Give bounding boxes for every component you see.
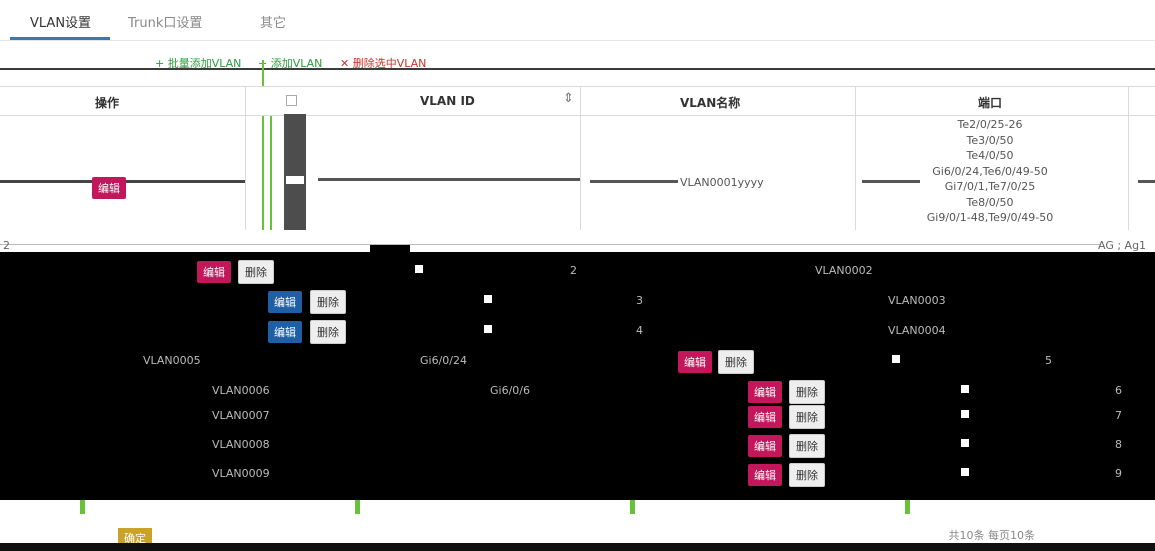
delete-button[interactable]: 删除 bbox=[718, 350, 754, 374]
col-divider bbox=[245, 86, 246, 230]
header-ports: 端口 bbox=[978, 96, 1003, 110]
header-vlan-name: VLAN名称 bbox=[680, 96, 741, 110]
edit-button[interactable]: 编辑 bbox=[748, 406, 782, 428]
vlan-id: 6 bbox=[1115, 384, 1122, 397]
vlan-name: VLAN0005 bbox=[143, 354, 201, 367]
row-line bbox=[590, 180, 678, 183]
port-entry: Gi7/0/1,Te7/0/25 bbox=[944, 180, 1036, 193]
vlan-name-cell: VLAN0001yyyy bbox=[680, 176, 764, 189]
delete-button[interactable]: 删除 bbox=[789, 405, 825, 429]
vlan-name: VLAN0007 bbox=[212, 409, 270, 422]
tab-bar: VLAN设置 Trunk口设置 其它 bbox=[0, 0, 1155, 41]
sort-icon[interactable]: ⇕ bbox=[563, 91, 574, 106]
table-row: VLAN0005 Gi6/0/24 编辑 删除 5 bbox=[0, 345, 1155, 375]
col-divider bbox=[855, 86, 856, 230]
port-entry: Te8/0/50 bbox=[966, 195, 1014, 209]
edit-button[interactable]: 编辑 bbox=[197, 261, 231, 283]
row-checkbox[interactable] bbox=[961, 468, 969, 476]
table-row: 编辑 删除 4 VLAN0004 bbox=[0, 315, 1155, 345]
tab-other[interactable]: 其它 bbox=[260, 12, 286, 31]
green-marker bbox=[630, 500, 635, 514]
port-entry: Te3/0/50 bbox=[966, 133, 1014, 147]
edit-button[interactable]: 编辑 bbox=[92, 177, 126, 199]
port-entry: Te4/0/50 bbox=[966, 149, 1014, 162]
vlan-id: 4 bbox=[636, 324, 643, 337]
toolbar-divider bbox=[0, 68, 1155, 70]
col-divider bbox=[580, 86, 581, 230]
delete-button[interactable]: 删除 bbox=[789, 434, 825, 458]
vlan-id: 7 bbox=[1115, 409, 1122, 422]
delete-button[interactable]: 删除 bbox=[238, 260, 274, 284]
table-row: 编辑 删除 3 VLAN0003 bbox=[0, 285, 1155, 315]
vlan-ports: Gi6/0/24 bbox=[420, 354, 467, 367]
edit-button[interactable]: 编辑 bbox=[268, 291, 302, 313]
delete-button[interactable]: 删除 bbox=[789, 463, 825, 487]
col-divider bbox=[1128, 86, 1129, 230]
tab-vlan-settings[interactable]: VLAN设置 bbox=[30, 12, 91, 31]
row-line bbox=[318, 178, 580, 181]
green-marker bbox=[905, 500, 910, 514]
delete-button[interactable]: 删除 bbox=[310, 290, 346, 314]
green-marker bbox=[80, 500, 85, 514]
vlan-name: VLAN0009 bbox=[212, 467, 270, 480]
footer-bar bbox=[0, 543, 1155, 551]
header-ops: 操作 bbox=[95, 96, 120, 110]
row-checkbox[interactable] bbox=[286, 176, 304, 184]
pagination-info: 共10条 每页10条 bbox=[948, 529, 1036, 542]
row-checkbox[interactable] bbox=[892, 355, 900, 363]
table-row: VLAN0007 编辑 删除 7 bbox=[0, 400, 1155, 430]
row-checkbox[interactable] bbox=[415, 265, 423, 273]
row-checkbox[interactable] bbox=[961, 439, 969, 447]
port-suffix: AG ; Ag1 bbox=[1098, 239, 1147, 252]
edit-button[interactable]: 编辑 bbox=[748, 435, 782, 457]
edit-button[interactable]: 编辑 bbox=[268, 321, 302, 343]
active-tab-indicator bbox=[10, 37, 110, 40]
scroll-artifact bbox=[370, 245, 410, 252]
green-marker bbox=[355, 500, 360, 514]
vlan-name: VLAN0008 bbox=[212, 438, 270, 451]
vlan-id: 3 bbox=[636, 294, 643, 307]
select-all-checkbox[interactable] bbox=[286, 95, 297, 106]
edit-button[interactable]: 编辑 bbox=[748, 464, 782, 486]
row-checkbox[interactable] bbox=[484, 295, 492, 303]
delete-button[interactable]: 删除 bbox=[310, 320, 346, 344]
table-row: VLAN0009 编辑 删除 9 bbox=[0, 458, 1155, 488]
row-checkbox[interactable] bbox=[961, 385, 969, 393]
vlan-id: 2 bbox=[570, 264, 577, 277]
table-body-dark: 编辑 删除 2 VLAN0002 编辑 删除 3 VLAN0003 编辑 删除 … bbox=[0, 252, 1155, 500]
vlan-name: VLAN0003 bbox=[888, 294, 946, 307]
vlan-name: VLAN0004 bbox=[888, 324, 946, 337]
tab-trunk-settings[interactable]: Trunk口设置 bbox=[128, 12, 202, 31]
table-row: VLAN0008 编辑 删除 8 bbox=[0, 429, 1155, 459]
vlan-name: VLAN0006 bbox=[212, 384, 270, 397]
port-entry: Gi9/0/1-48,Te9/0/49-50 bbox=[926, 211, 1054, 224]
toolbar: + 批量添加VLAN + 添加VLAN ✕ 删除选中VLAN bbox=[0, 55, 1155, 70]
row-line bbox=[862, 180, 920, 183]
row-checkbox-column bbox=[284, 114, 306, 230]
port-entry: Te2/0/25-26 bbox=[957, 118, 1023, 131]
row-checkbox[interactable] bbox=[484, 325, 492, 333]
row-line bbox=[1138, 180, 1155, 183]
table-row: 编辑 删除 2 VLAN0002 bbox=[0, 255, 1155, 285]
edit-button[interactable]: 编辑 bbox=[678, 351, 712, 373]
vlan-id: 9 bbox=[1115, 467, 1122, 480]
vlan-id: 8 bbox=[1115, 438, 1122, 451]
row-checkbox[interactable] bbox=[961, 410, 969, 418]
vlan-name: VLAN0002 bbox=[815, 264, 873, 277]
row-number: 2 bbox=[3, 239, 10, 252]
table-header: 操作 VLAN ID ⇕ VLAN名称 端口 bbox=[0, 86, 1155, 116]
port-entry: Gi6/0/24,Te6/0/49-50 bbox=[932, 164, 1048, 178]
vlan-id: 5 bbox=[1045, 354, 1052, 367]
ports-cell: Te2/0/25-26 Te3/0/50 Te4/0/50 Gi6/0/24,T… bbox=[920, 117, 1060, 226]
row-separator bbox=[0, 244, 1100, 245]
header-vlan-id[interactable]: VLAN ID bbox=[420, 94, 475, 108]
vlan-ports: Gi6/0/6 bbox=[490, 384, 530, 397]
